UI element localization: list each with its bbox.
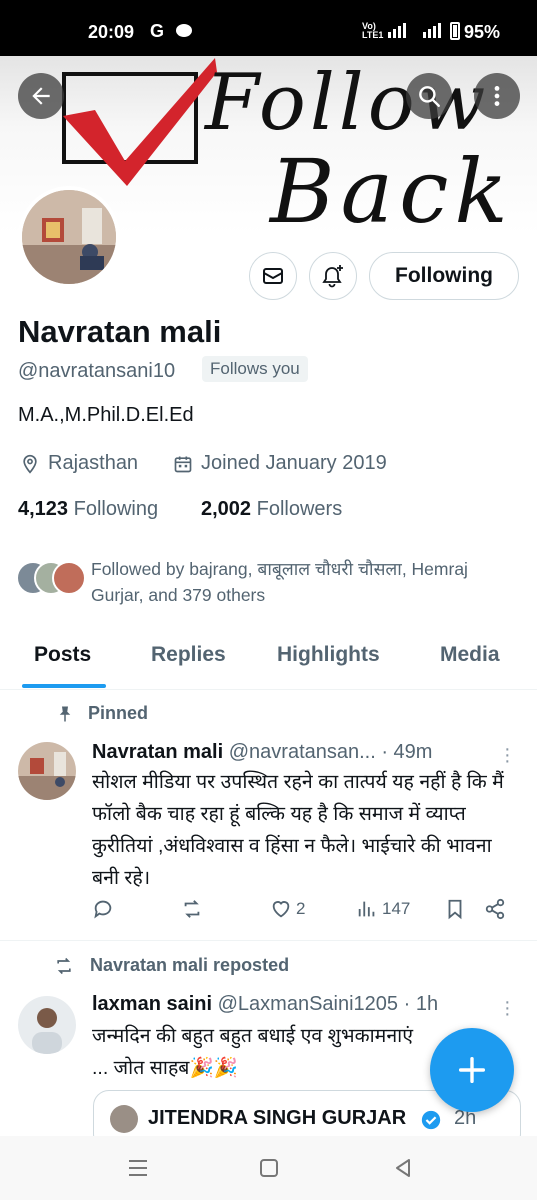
- reply-icon: [94, 900, 112, 919]
- post-more-icon[interactable]: · · ·: [504, 992, 511, 1024]
- post-author-avatar[interactable]: [18, 742, 76, 800]
- active-tab-indicator: [22, 684, 106, 688]
- share-button[interactable]: [484, 898, 506, 920]
- repost-text: Navratan mali reposted: [90, 955, 290, 975]
- followed-by-text[interactable]: Followed by bajrang, बाबूलाल चौधरी चौसला…: [91, 556, 521, 608]
- views-button[interactable]: 147: [356, 898, 410, 920]
- post-divider: [0, 940, 537, 941]
- following-label: Following: [73, 498, 159, 520]
- profile-bio: M.A.,M.Phil.D.El.Ed: [18, 404, 194, 426]
- avatar-photo: [18, 996, 76, 1054]
- battery-icon: [450, 22, 460, 40]
- repost-label: Navratan mali reposted: [52, 955, 289, 976]
- share-icon: [485, 898, 505, 920]
- location-pin-icon: [23, 454, 37, 474]
- avatar-photo: [22, 190, 116, 284]
- post-actions: 2 147: [92, 898, 512, 928]
- battery-percent: 95%: [464, 22, 501, 42]
- followers-count-link[interactable]: 2,002 Followers: [201, 498, 342, 521]
- status-bar: 20:09 G Vo) LTE1 95%: [0, 0, 537, 56]
- post-author-name: Navratan mali: [92, 741, 224, 763]
- followers-count: 2,002: [201, 498, 252, 520]
- reply-button[interactable]: [92, 898, 114, 920]
- menu-lines-icon: [129, 1160, 147, 1176]
- profile-name: Navratan mali: [18, 314, 222, 349]
- profile-avatar[interactable]: [18, 186, 120, 288]
- post-header[interactable]: Navratan mali @navratansan... · 49m: [92, 741, 432, 764]
- followers-label: Followers: [256, 498, 343, 520]
- post-more-icon[interactable]: · · ·: [504, 739, 511, 771]
- post-header[interactable]: laxman saini @LaxmanSaini1205 · 1h: [92, 993, 438, 1016]
- bookmark-button[interactable]: [444, 898, 466, 920]
- avatar-photo: [18, 742, 76, 800]
- follows-you-badge: Follows you: [202, 356, 308, 382]
- profile-joined: Joined January 2019: [173, 452, 387, 475]
- tab-highlights[interactable]: Highlights: [277, 643, 380, 667]
- followed-by-avatars[interactable]: [16, 561, 86, 597]
- notifications-button[interactable]: [309, 252, 357, 300]
- triangle-back-icon: [396, 1159, 410, 1177]
- arrow-left-icon: [32, 87, 50, 105]
- views-chart-icon: [358, 901, 375, 917]
- profile-handle: @navratansani10: [18, 360, 176, 382]
- post-handle-time: @LaxmanSaini1205 · 1h: [217, 993, 439, 1015]
- post-handle-time: @navratansan... · 49m: [228, 741, 433, 763]
- search-button[interactable]: [406, 73, 452, 119]
- post-text[interactable]: सोशल मीडिया पर उपस्थित रहने का तात्पर्य …: [92, 766, 522, 894]
- plus-icon: [458, 1056, 486, 1084]
- quote-author-name: JITENDRA SINGH GURJAR: [148, 1107, 407, 1129]
- repost-icon: [184, 900, 200, 918]
- following-count: 4,123: [18, 498, 69, 520]
- search-icon: [419, 86, 440, 107]
- signal-icon-2: [423, 20, 441, 38]
- view-count: 147: [382, 899, 411, 918]
- joined-text: Joined January 2019: [201, 452, 387, 474]
- following-count-link[interactable]: 4,123 Following: [18, 498, 158, 521]
- tab-posts[interactable]: Posts: [34, 643, 91, 667]
- following-button[interactable]: Following: [369, 252, 519, 300]
- like-button[interactable]: 2: [270, 898, 305, 920]
- more-options-button[interactable]: [474, 73, 520, 119]
- pinned-text: Pinned: [88, 703, 149, 723]
- banner-text-line2: Back: [270, 140, 514, 235]
- bell-plus-icon: [322, 265, 343, 288]
- profile-tabs: Posts Replies Highlights Media: [0, 632, 537, 690]
- banner-checkmark-icon: [63, 58, 217, 186]
- post-text[interactable]: जन्मदिन की बहुत बहुत बधाई एव शुभकामनाएं …: [92, 1020, 432, 1084]
- google-icon: G: [150, 21, 165, 41]
- quote-author-avatar: [110, 1105, 138, 1133]
- post-author-name: laxman saini: [92, 993, 213, 1015]
- follower-avatar: [52, 561, 86, 595]
- heart-icon: [272, 901, 290, 918]
- bookmark-icon: [448, 899, 462, 920]
- pin-icon: [59, 706, 71, 721]
- pinned-label: Pinned: [56, 703, 148, 724]
- verified-badge-icon: [421, 1110, 441, 1130]
- back-button[interactable]: [18, 73, 64, 119]
- tab-replies[interactable]: Replies: [151, 643, 226, 667]
- home-button[interactable]: [257, 1156, 281, 1180]
- repost-button[interactable]: [180, 898, 204, 920]
- profile-location: Rajasthan: [20, 452, 138, 475]
- home-square-icon: [260, 1159, 278, 1177]
- signal-icon-1: [388, 20, 406, 38]
- chat-notification-icon: [176, 24, 192, 37]
- location-text: Rajasthan: [48, 452, 139, 474]
- compose-post-button[interactable]: [430, 1028, 514, 1112]
- post-author-avatar[interactable]: [18, 996, 76, 1054]
- repost-icon: [57, 957, 71, 974]
- status-time: 20:09: [88, 22, 135, 42]
- message-button[interactable]: [249, 252, 297, 300]
- like-count: 2: [296, 899, 306, 918]
- envelope-icon: [263, 268, 283, 284]
- network-type-icon: Vo) LTE1: [362, 21, 384, 40]
- tab-media[interactable]: Media: [440, 643, 500, 667]
- recent-apps-button[interactable]: [126, 1156, 150, 1180]
- system-back-button[interactable]: [391, 1156, 415, 1180]
- calendar-icon: [174, 456, 192, 472]
- more-vertical-icon: [494, 86, 500, 106]
- system-navigation-bar: [0, 1136, 537, 1200]
